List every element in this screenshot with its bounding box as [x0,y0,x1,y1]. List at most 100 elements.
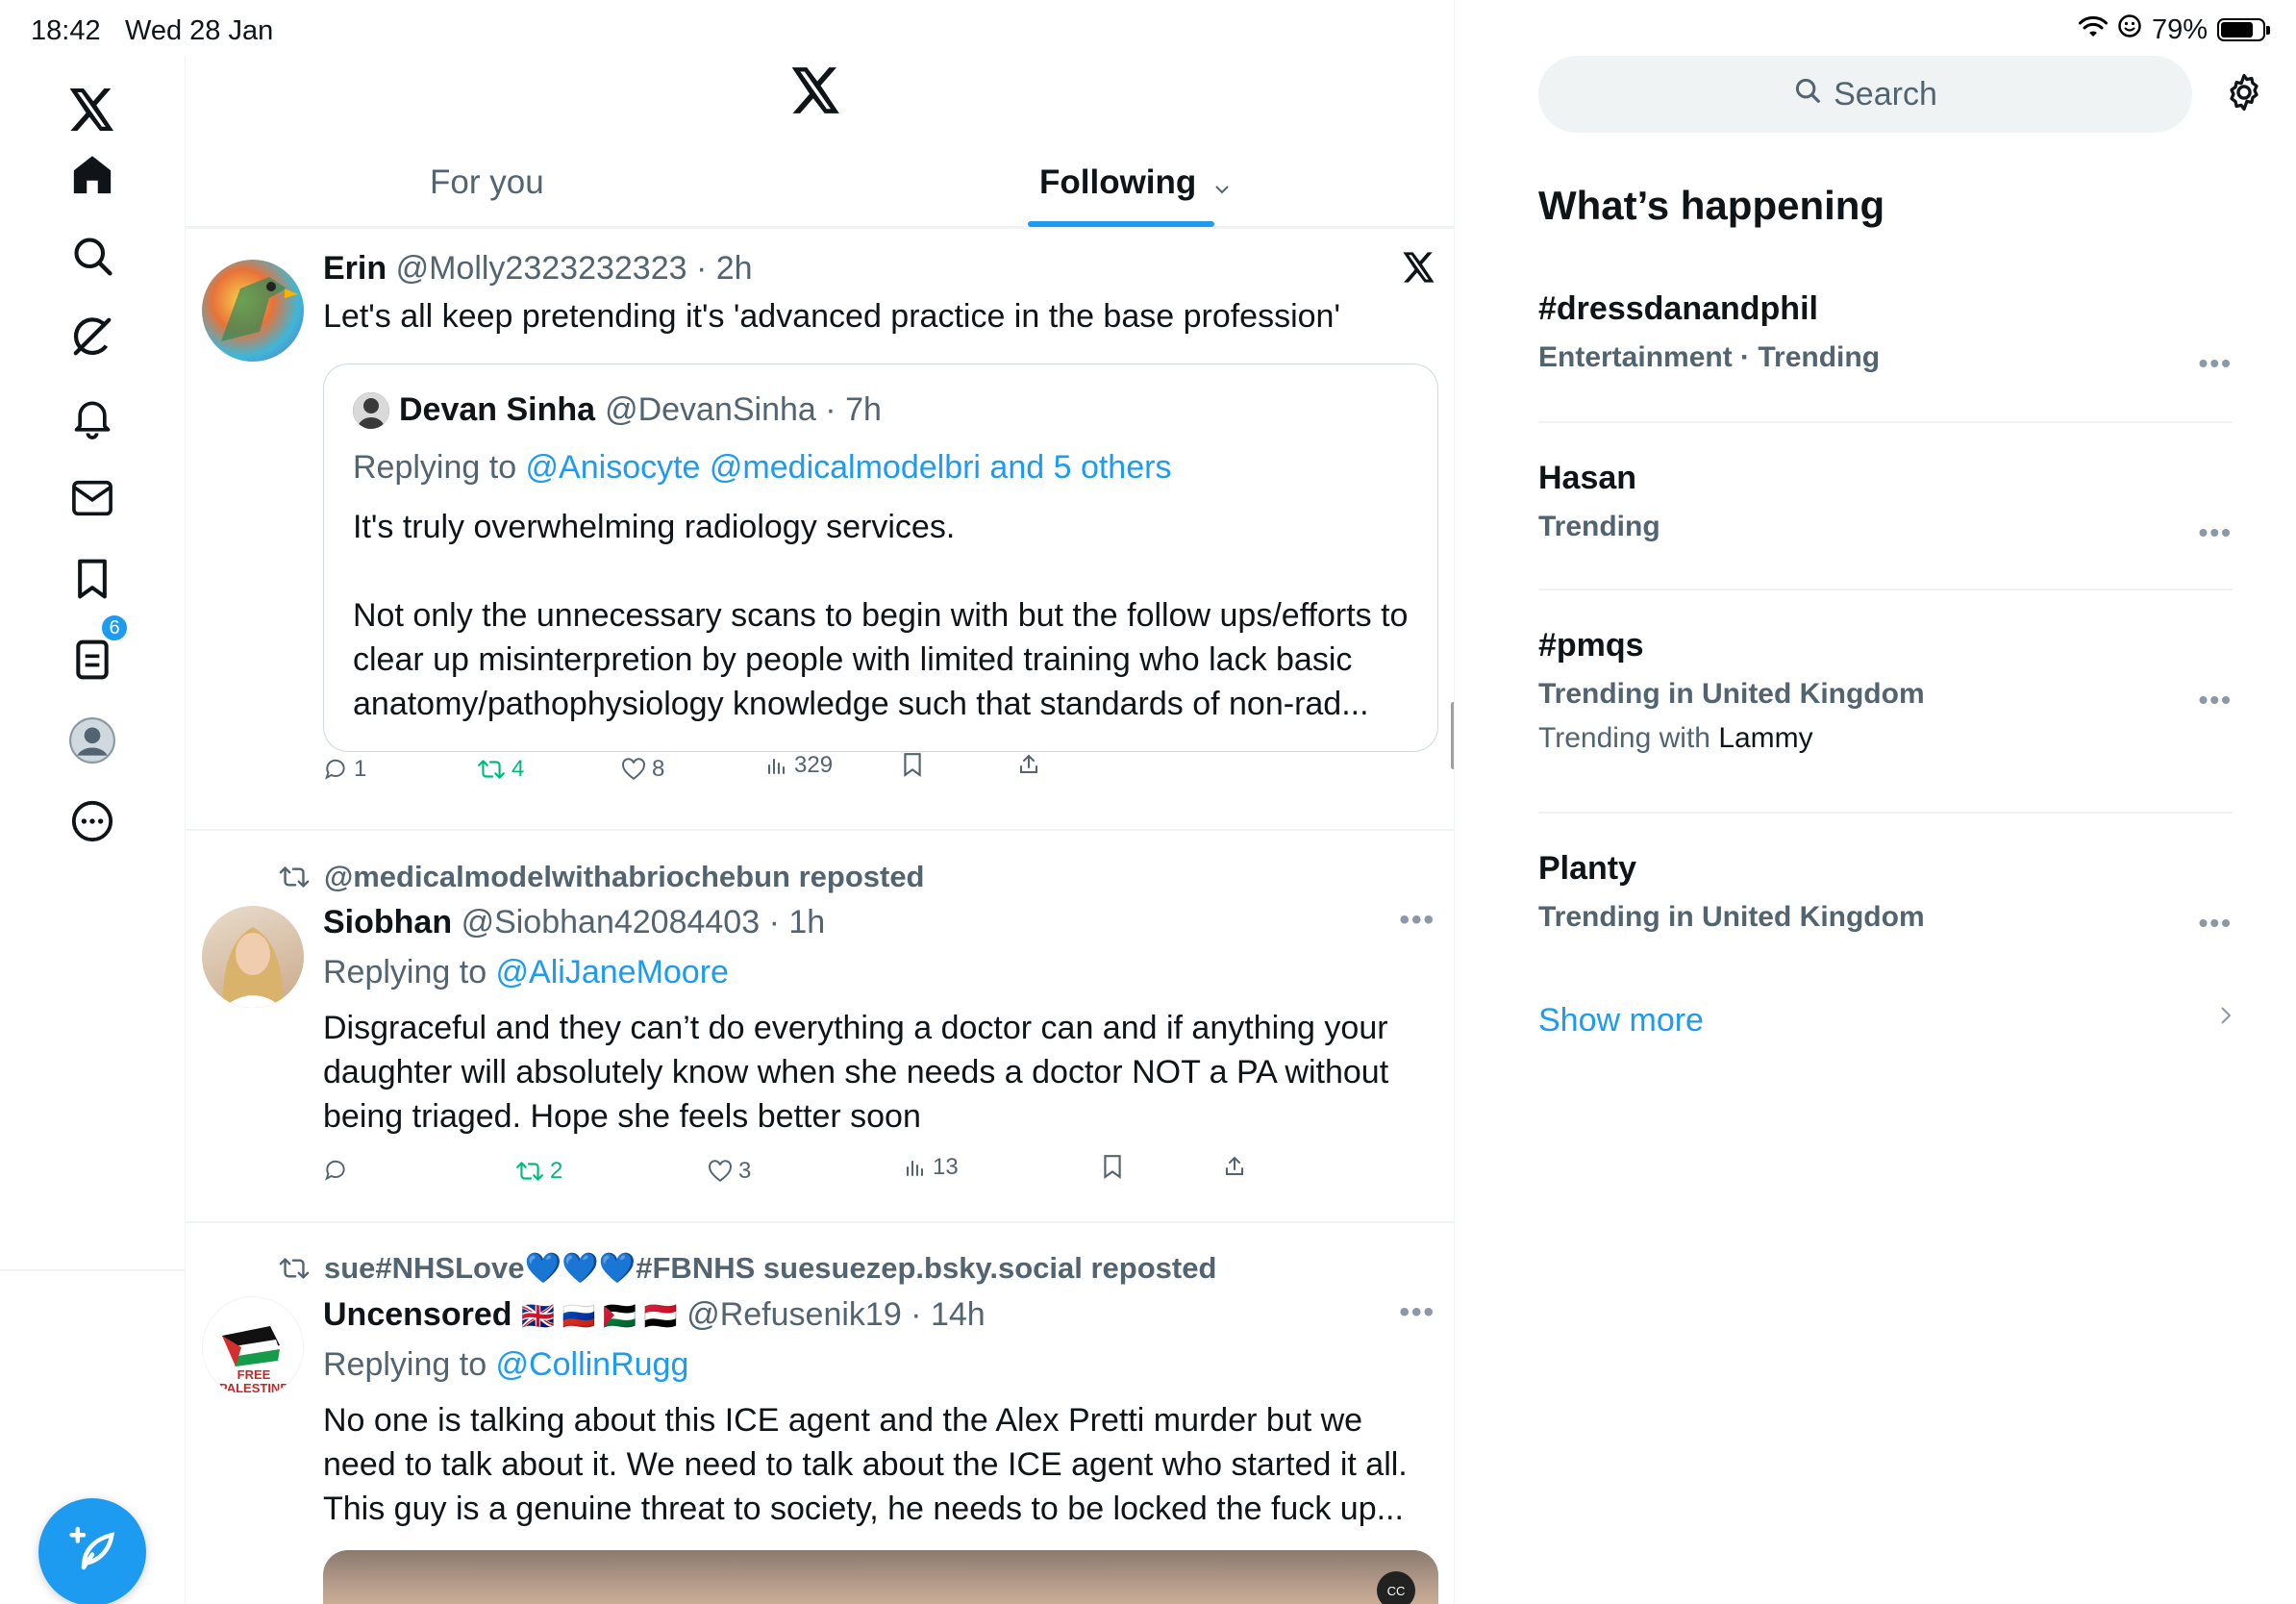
settings-gear-icon[interactable] [2223,71,2265,118]
author-name[interactable]: Siobhan [323,904,452,940]
quote-text-p1: It's truly overwhelming radiology servic… [353,509,956,545]
reply-mention[interactable]: @AliJaneMoore [496,954,729,990]
repost-context: sue#NHSLove💙💙💙#FBNHS suesuezep.bsky.soci… [278,1250,1216,1286]
home-icon[interactable] [60,142,125,208]
tweet[interactable]: Erin @Molly2323232323 · 2h Let's all kee… [186,231,1454,827]
sidebar-divider [0,1269,186,1271]
main-timeline: For you Following Erin @Molly2323232323 … [186,0,1455,1604]
quote-text-p2: Not only the unnecessary scans to begin … [353,597,1409,722]
trend-separator [1538,421,2233,423]
repost-icon [516,1162,543,1181]
tweet-header: Siobhan @Siobhan42084403 · 1h [323,904,826,940]
trend-with-prefix: Trending with [1538,722,1719,754]
share-button[interactable] [1223,1154,1246,1179]
repost-button[interactable]: 4 [477,756,524,783]
messages-icon[interactable] [60,465,125,531]
search-placeholder: Search [1834,75,1937,113]
trend-with: Trending with Lammy [1538,722,2233,755]
reply-icon [325,759,345,780]
tab-following[interactable]: Following [1039,163,1231,204]
trend-item[interactable]: #pmqs Trending in United Kingdom Trendin… [1538,627,2233,755]
author-handle[interactable]: @Refusenik19 [686,1296,902,1333]
trend-meta: Trending in United Kingdom [1538,901,1925,933]
quoted-tweet[interactable]: Devan Sinha @DevanSinha · 7h Replying to… [323,363,1438,752]
header-x-logo-icon [791,67,841,118]
more-options-icon[interactable]: ••• [1399,904,1435,937]
reposted-by[interactable]: @medicalmodelwithabriochebun reposted [324,860,925,894]
tweet[interactable]: sue#NHSLove💙💙💙#FBNHS suesuezep.bsky.soci… [186,1223,1454,1604]
avatar-text: FREE PALESTINE [219,1367,288,1395]
views-icon [768,759,785,774]
bookmarks-icon[interactable] [60,546,125,612]
trend-more-icon[interactable]: ••• [2199,908,2233,939]
tweet-header: Erin @Molly2323232323 · 2h [323,250,753,287]
avatar[interactable]: FREE PALESTINE [202,1296,304,1398]
chevron-down-icon [1213,165,1231,203]
trend-meta: Trending in United Kingdom [1538,678,1925,710]
profile-icon[interactable] [60,708,125,773]
trend-meta: Trending [1538,511,1660,542]
trend-with-term: Lammy [1718,722,1813,754]
reply-icon [325,1160,345,1181]
show-more-link[interactable]: Show more [1538,1002,2233,1040]
trend-item[interactable]: Planty Trending in United Kingdom ••• [1538,850,2233,938]
trend-more-icon[interactable]: ••• [2199,517,2233,548]
notifications-icon[interactable] [60,385,125,450]
like-button[interactable]: 3 [708,1158,751,1185]
bookmark-icon [904,753,921,777]
like-count: 8 [652,756,665,782]
tweet-text: Let's all keep pretending it's 'advanced… [323,298,1340,335]
tweet-actions: 2 3 13 [323,1154,1285,1196]
trend-name: Hasan [1538,460,1637,496]
bookmark-button[interactable] [1102,1154,1123,1179]
author-handle[interactable]: @Molly2323232323 [396,250,687,287]
avatar[interactable] [202,906,304,1008]
repost-count: 4 [512,756,525,782]
closed-captions-icon[interactable]: CC [1377,1571,1415,1604]
search-input[interactable]: Search [1538,56,2192,133]
bookmark-button[interactable] [902,752,923,777]
trend-separator [1538,589,2233,590]
repost-icon [279,866,310,888]
share-button[interactable] [1017,752,1040,777]
more-options-icon[interactable]: ••• [1399,1296,1435,1329]
trend-more-icon[interactable]: ••• [2199,685,2233,715]
views-button[interactable]: 329 [765,752,833,779]
views-button[interactable]: 13 [904,1154,959,1181]
heart-icon [622,758,645,780]
tweet[interactable]: @medicalmodelwithabriochebun reposted Si… [186,831,1454,1221]
quote-avatar [353,391,389,429]
repost-button[interactable]: 2 [515,1158,562,1185]
author-handle[interactable]: @Siobhan42084403 [462,904,761,940]
author-name[interactable]: Uncensored [323,1296,512,1333]
like-button[interactable]: 8 [621,756,664,783]
trend-item[interactable]: #dressdanandphil Entertainment · Trendin… [1538,290,2233,378]
search-icon [1793,76,1822,113]
more-icon[interactable] [60,789,125,854]
x-logo-icon[interactable] [60,77,125,142]
timeline-tabs: For you Following [186,144,1454,227]
author-name[interactable]: Erin [323,250,387,287]
x-badge-icon [1403,252,1435,288]
trend-name: #dressdanandphil [1538,290,1818,327]
compose-button[interactable] [38,1498,146,1604]
lists-icon[interactable] [60,627,125,692]
trend-item[interactable]: Hasan Trending ••• [1538,460,2233,547]
grok-icon[interactable] [60,304,125,369]
avatar[interactable] [202,260,304,362]
tab-for-you[interactable]: For you [430,163,544,202]
reply-mention[interactable]: @CollinRugg [496,1346,689,1383]
repost-context: @medicalmodelwithabriochebun reposted [278,860,925,894]
quote-reply-mentions[interactable]: @Anisocyte @medicalmodelbri and 5 others [526,449,1172,486]
reply-button[interactable] [323,1158,354,1183]
tweet-media[interactable]: CC [323,1550,1438,1604]
trend-more-icon[interactable]: ••• [2199,348,2233,379]
view-count: 329 [794,752,834,778]
view-count: 13 [933,1154,959,1180]
search-icon[interactable] [60,223,125,288]
right-sidebar: Search What’s happening #dressdanandphil… [1455,0,2296,1604]
reposted-by[interactable]: sue#NHSLove💙💙💙#FBNHS suesuezep.bsky.soci… [324,1250,1216,1286]
reply-button[interactable]: 1 [323,756,366,783]
tweet-time: 2h [715,250,753,287]
quote-time: 7h [845,391,882,428]
